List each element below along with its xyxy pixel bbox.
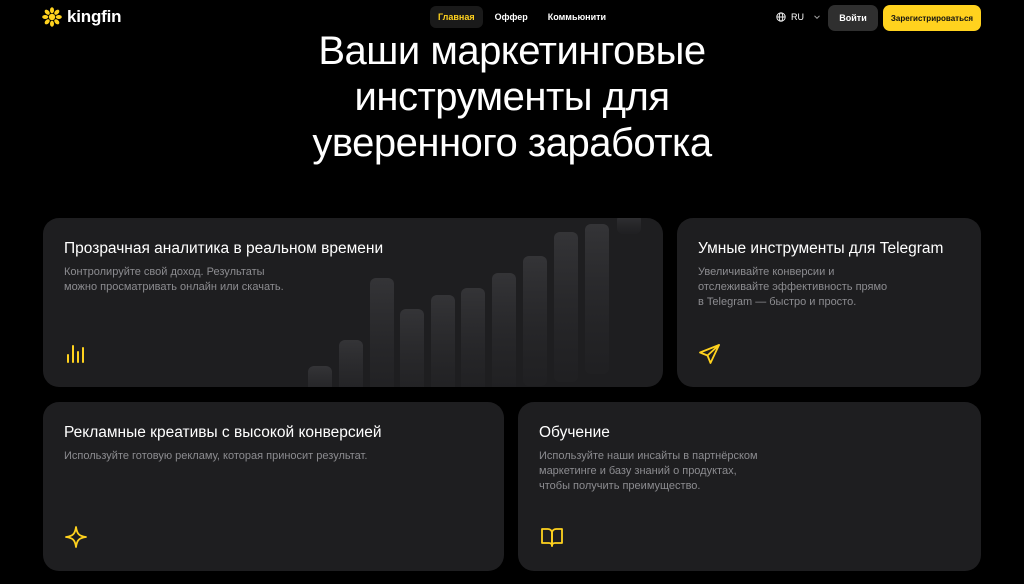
card-telegram-desc-line-1: Увеличивайте конверсии и <box>698 266 835 278</box>
card-learning-title: Обучение <box>539 424 610 441</box>
hero-title-line-1: Ваши маркетинговые <box>318 29 706 73</box>
card-creatives-title: Рекламные креативы с высокой конверсией <box>64 424 382 441</box>
card-learning-desc-line-2: маркетинге и базу знаний о продуктах, <box>539 465 737 477</box>
card-creatives-description: Используйте готовую рекламу, которая при… <box>64 449 367 464</box>
sun-logo-icon <box>42 7 62 27</box>
hero-title-line-3: уверенного заработка <box>312 121 712 165</box>
hero-title-line-2: инструменты для <box>354 75 670 119</box>
card-analytics-description: Контролируйте свой доход. Результаты мож… <box>64 265 284 295</box>
card-analytics-title: Прозрачная аналитика в реальном времени <box>64 240 384 257</box>
card-learning[interactable]: Обучение Используйте наши инсайты в парт… <box>518 402 981 571</box>
card-telegram[interactable]: Умные инструменты для Telegram Увеличива… <box>677 218 981 387</box>
language-label: RU <box>791 12 804 22</box>
send-icon <box>699 344 720 364</box>
sparkle-icon <box>65 526 87 548</box>
book-icon <box>541 528 563 547</box>
nav-links: Главная Оффер Коммьюнити <box>430 6 614 28</box>
card-learning-desc-line-3: чтобы получить преимущество. <box>539 480 701 492</box>
card-creatives-desc-line-1: Используйте готовую рекламу, которая при… <box>64 450 368 462</box>
bar-chart-icon <box>67 345 84 363</box>
card-telegram-desc-line-3: в Telegram — быстро и просто. <box>698 296 857 308</box>
nav-link-home[interactable]: Главная <box>430 6 483 28</box>
brand-logo[interactable]: kingfin <box>42 7 122 27</box>
card-telegram-description: Увеличивайте конверсии и отслеживайте эф… <box>698 265 887 310</box>
card-telegram-desc-line-2: отслеживайте эффективность прямо <box>698 281 888 293</box>
card-analytics[interactable]: Прозрачная аналитика в реальном времени … <box>43 218 663 387</box>
brand-name: kingfin <box>67 7 122 26</box>
nav-link-offer[interactable]: Оффер <box>487 6 536 28</box>
card-learning-desc-line-1: Используйте наши инсайты в партнёрском <box>539 450 758 462</box>
card-analytics-desc-line-2: можно просматривать онлайн или скачать. <box>64 281 284 293</box>
card-learning-description: Используйте наши инсайты в партнёрском м… <box>539 449 758 494</box>
hero-title: Ваши маркетинговые инструменты для увере… <box>0 28 1024 166</box>
nav-link-community[interactable]: Коммьюнити <box>540 6 614 28</box>
card-analytics-desc-line-1: Контролируйте свой доход. Результаты <box>64 266 265 278</box>
card-creatives[interactable]: Рекламные креативы с высокой конверсией … <box>43 402 504 571</box>
globe-icon <box>776 12 786 22</box>
language-selector[interactable]: RU <box>776 12 821 22</box>
chevron-down-icon <box>814 15 820 20</box>
card-telegram-title: Умные инструменты для Telegram <box>698 240 944 257</box>
